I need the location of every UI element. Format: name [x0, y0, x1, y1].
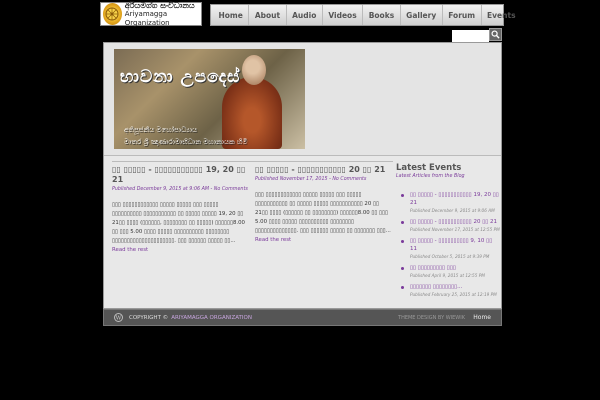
event-link[interactable]: ▯▯ ▯▯▯▯▯▯▯▯▯ ▯▯▯ — [410, 264, 500, 272]
list-item: ▯▯▯▯▯▯▯ ▯▯▯▯▯▯▯▯... Published February 2… — [396, 283, 500, 297]
event-link[interactable]: ▯▯▯▯▯▯▯ ▯▯▯▯▯▯▯▯... — [410, 283, 500, 291]
nav-audio[interactable]: Audio — [287, 5, 323, 25]
nav-books[interactable]: Books — [363, 5, 401, 25]
main-content: භාවනා උපදෙස් අතිපූජනීය මහෝපාධ්‍යාය මාතර … — [103, 42, 502, 309]
logo-english-name: Ariyamagga Organization — [124, 9, 170, 27]
nav-about[interactable]: About — [249, 5, 287, 25]
list-item: ▯▯ ▯▯▯▯▯▯▯▯▯ ▯▯▯ Published April 9, 2015… — [396, 264, 500, 278]
read-more-link[interactable]: Read the rest — [255, 237, 291, 243]
theme-credit[interactable]: THEME DESIGN BY WIEWIK — [398, 315, 465, 321]
nav-forum[interactable]: Forum — [443, 5, 482, 25]
nav-home[interactable]: Home — [213, 5, 250, 25]
read-more-link[interactable]: Read the rest — [112, 247, 148, 253]
sidebar-subtitle: Latest Articles from the Blog — [396, 174, 465, 179]
event-date: Published April 9, 2015 at 12:55 PM — [410, 273, 485, 278]
post-title[interactable]: ▯▯ ▯▯▯▯▯ - ▯▯▯▯▯▯▯▯▯▯▯ 19, 20 ▯▯ 21 — [112, 165, 248, 185]
list-item: ▯▯ ▯▯▯▯▯ - ▯▯▯▯▯▯▯▯▯▯ 9, 10 ▯▯ 11 Publis… — [396, 237, 500, 259]
event-link[interactable]: ▯▯ ▯▯▯▯▯ - ▯▯▯▯▯▯▯▯▯▯▯ 20 ▯▯ 21 — [410, 218, 500, 226]
svg-text:W: W — [116, 316, 122, 321]
post-meta: Published November 17, 2015 - No Comment… — [255, 177, 367, 182]
posts-divider — [112, 161, 393, 162]
latest-events-sidebar: Latest Events Latest Articles from the B… — [396, 163, 500, 302]
list-item: ▯▯ ▯▯▯▯▯ - ▯▯▯▯▯▯▯▯▯▯▯ 20 ▯▯ 21 Publishe… — [396, 218, 500, 232]
post-excerpt-text: ▯▯▯ ▯▯▯▯▯▯▯▯▯▯▯▯ ▯▯▯▯▯ ▯▯▯▯▯ ▯▯▯ ▯▯▯▯▯ ▯… — [112, 202, 245, 244]
post-card: ▯▯ ▯▯▯▯▯ - ▯▯▯▯▯▯▯▯▯▯▯ 20 ▯▯ 21 Publishe… — [255, 165, 391, 245]
banner-title: භාවනා උපදෙස් — [120, 67, 241, 87]
post-excerpt: ▯▯▯ ▯▯▯▯▯▯▯▯▯▯▯▯ ▯▯▯▯▯ ▯▯▯▯▯ ▯▯▯ ▯▯▯▯▯ ▯… — [112, 201, 248, 255]
wordpress-glyph-icon: W — [116, 316, 122, 321]
wordpress-icon[interactable]: W — [114, 313, 123, 322]
organization-link[interactable]: ARIYAMAGGA ORGANIZATION — [171, 315, 252, 321]
event-date: Published November 17, 2015 at 12:55 PM — [410, 227, 500, 232]
list-item: ▯▯ ▯▯▯▯▯ - ▯▯▯▯▯▯▯▯▯▯▯ 19, 20 ▯▯ 21 Publ… — [396, 191, 500, 213]
nav-gallery[interactable]: Gallery — [401, 5, 443, 25]
post-title[interactable]: ▯▯ ▯▯▯▯▯ - ▯▯▯▯▯▯▯▯▯▯▯ 20 ▯▯ 21 — [255, 165, 391, 175]
banner-area: භාවනා උපදෙස් අතිපූජනීය මහෝපාධ්‍යාය මාතර … — [104, 43, 501, 156]
banner-image[interactable]: භාවනා උපදෙස් අතිපූජනීය මහෝපාධ්‍යාය මාතර … — [114, 49, 305, 149]
post-excerpt-text: ▯▯▯ ▯▯▯▯▯▯▯▯▯▯▯▯ ▯▯▯▯▯ ▯▯▯▯▯ ▯▯▯ ▯▯▯▯▯ ▯… — [255, 192, 391, 234]
event-link[interactable]: ▯▯ ▯▯▯▯▯ - ▯▯▯▯▯▯▯▯▯▯ 9, 10 ▯▯ 11 — [410, 237, 500, 253]
banner-subtitle-line1: අතිපූජනීය මහෝපාධ්‍යාය — [124, 126, 198, 134]
dharma-wheel-icon — [103, 3, 122, 25]
event-date: Published December 9, 2015 at 9:06 AM — [410, 208, 495, 213]
event-link[interactable]: ▯▯ ▯▯▯▯▯ - ▯▯▯▯▯▯▯▯▯▯▯ 19, 20 ▯▯ 21 — [410, 191, 500, 207]
events-list: ▯▯ ▯▯▯▯▯ - ▯▯▯▯▯▯▯▯▯▯▯ 19, 20 ▯▯ 21 Publ… — [396, 191, 500, 297]
nav-videos[interactable]: Videos — [323, 5, 364, 25]
post-meta: Published December 9, 2015 at 9:06 AM - … — [112, 187, 248, 192]
post-card: ▯▯ ▯▯▯▯▯ - ▯▯▯▯▯▯▯▯▯▯▯ 19, 20 ▯▯ 21 Publ… — [112, 165, 248, 255]
sidebar-title: Latest Events — [396, 163, 462, 173]
event-date: Published February 25, 2015 at 12:19 PM — [410, 292, 497, 297]
search-input[interactable] — [452, 30, 489, 42]
site-logo[interactable]: අරියමග්ග සංවිධානය Ariyamagga Organizatio… — [100, 0, 202, 27]
site-footer: W COPYRIGHT © ARIYAMAGGA ORGANIZATION TH… — [103, 309, 502, 326]
footer-home-link[interactable]: Home — [473, 314, 491, 321]
post-excerpt: ▯▯▯ ▯▯▯▯▯▯▯▯▯▯▯▯ ▯▯▯▯▯ ▯▯▯▯▯ ▯▯▯ ▯▯▯▯▯ ▯… — [255, 191, 391, 245]
copyright-text: COPYRIGHT © — [129, 314, 169, 321]
search-icon — [491, 30, 500, 39]
main-navigation: Home About Audio Videos Books Gallery Fo… — [210, 4, 516, 26]
nav-events[interactable]: Events — [482, 5, 522, 25]
search-button[interactable] — [489, 28, 502, 41]
banner-subtitle-line2: මාතර ශ්‍රී ඤාණාරාමාභිධාන මහානායක හිමි — [124, 138, 248, 146]
logo-sinhala-name: අරියමග්ග සංවිධානය — [124, 0, 195, 10]
event-date: Published October 5, 2015 at 9:39 PM — [410, 254, 490, 259]
monk-head-graphic — [242, 55, 266, 85]
